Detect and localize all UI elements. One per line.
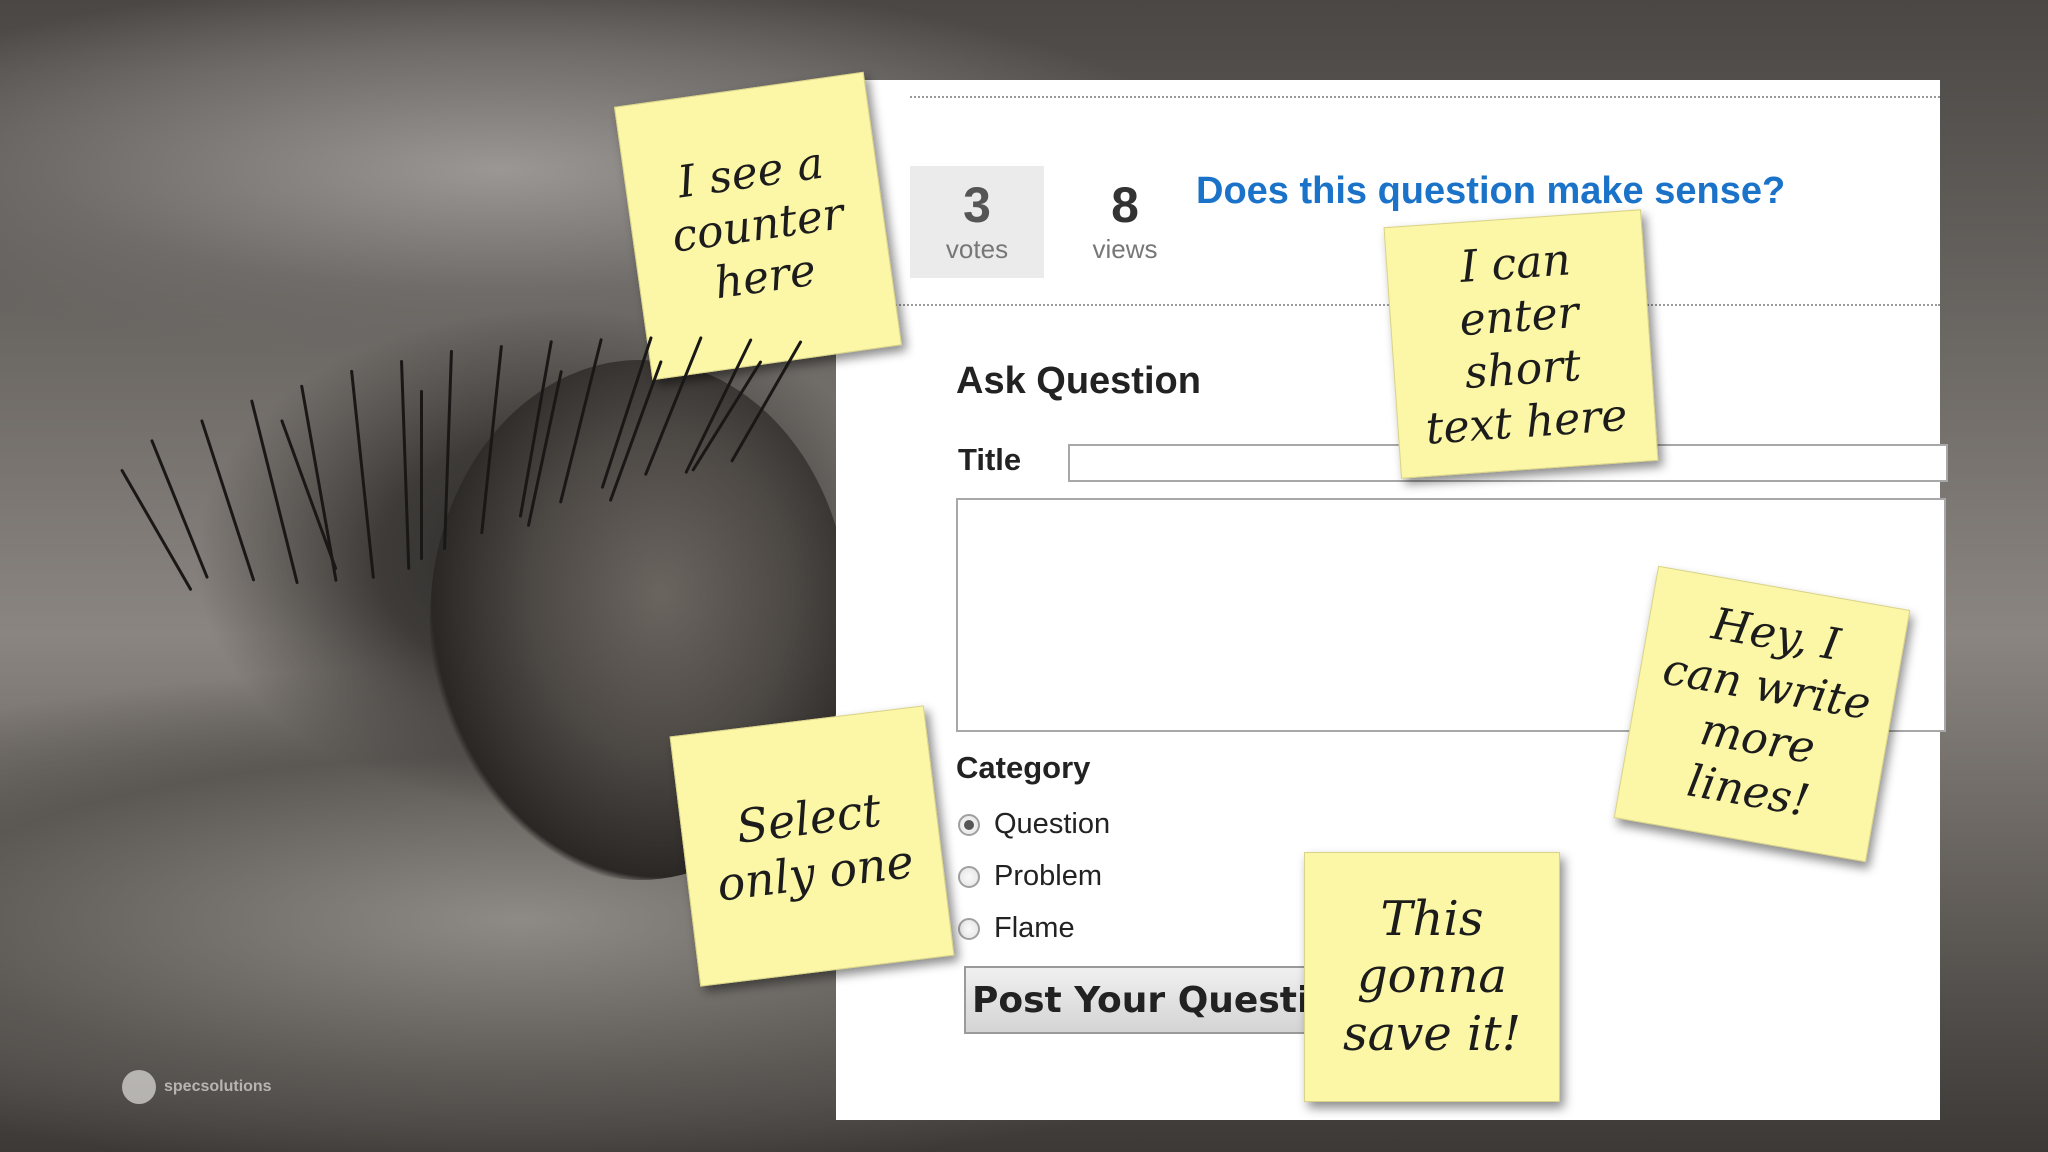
top-divider <box>910 96 1940 98</box>
radio-label-flame: Flame <box>994 912 1075 944</box>
radio-label-problem: Problem <box>994 860 1102 892</box>
sticky-note-more-lines: Hey, I can write more lines! <box>1613 565 1911 863</box>
eyelash <box>250 399 299 585</box>
eyelash <box>350 369 375 579</box>
views-counter: 8 views <box>1058 166 1192 278</box>
ask-question-heading: Ask Question <box>956 360 1201 402</box>
post-question-button[interactable]: Post Your Question <box>964 966 1316 1034</box>
question-title-link[interactable]: Does this question make sense? <box>1196 170 1785 213</box>
radio-question[interactable] <box>958 813 980 836</box>
sticky-note-save-it: This gonna save it! <box>1304 852 1560 1102</box>
eyelash <box>420 390 423 560</box>
radio-problem[interactable] <box>958 865 980 888</box>
views-count: 8 <box>1111 177 1139 233</box>
eyelash <box>200 419 256 582</box>
eyelash <box>400 359 411 570</box>
category-option-question[interactable]: Question <box>958 808 1110 841</box>
eyelash <box>150 438 209 580</box>
votes-counter: 3 votes <box>910 166 1044 278</box>
category-label: Category <box>956 750 1091 785</box>
logo-text: specsolutions <box>164 1078 272 1095</box>
radio-flame[interactable] <box>958 917 980 940</box>
views-label: views <box>1092 234 1158 264</box>
radio-label-question: Question <box>994 808 1111 840</box>
category-option-flame[interactable]: Flame <box>958 912 1075 945</box>
sticky-note-select-one: Select only one <box>669 705 955 987</box>
category-option-problem[interactable]: Problem <box>958 860 1102 893</box>
title-label: Title <box>958 442 1022 477</box>
votes-count: 3 <box>963 177 991 233</box>
slide-stage: specsolutions 3 votes 8 views Does this … <box>0 0 2048 1152</box>
sticky-note-short-text: I can enter short text here <box>1383 209 1659 479</box>
company-logo: specsolutions <box>122 1070 272 1104</box>
votes-label: votes <box>945 234 1009 264</box>
logo-mark-icon <box>122 1070 156 1104</box>
sticky-note-counter: I see a counter here <box>614 71 902 381</box>
eyelash <box>120 468 193 592</box>
